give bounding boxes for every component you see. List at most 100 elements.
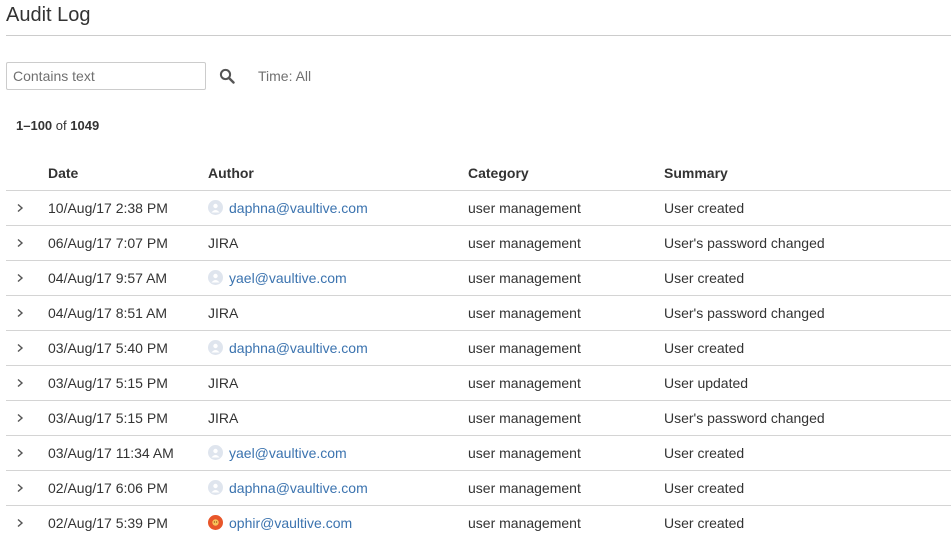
result-count: 1–100 of 1049 [16,118,99,133]
table-row[interactable]: 03/Aug/17 11:34 AM yael@vaultive.com user … [6,435,951,471]
table-header-row: Date Author Category Summary [6,156,951,191]
chevron-right-icon[interactable] [6,200,32,216]
author: ophir@vaultive.com [208,515,352,531]
table-row[interactable]: 03/Aug/17 5:15 PM JIRA user management User… [6,365,951,401]
avatar-icon [208,480,223,496]
author: daphna@vaultive.com [208,200,368,216]
chevron-right-icon[interactable] [6,270,32,286]
date-column-header[interactable]: Date [48,156,208,191]
author: JIRA [208,305,238,321]
table-row[interactable]: 10/Aug/17 2:38 PM daphna@vaultive.com user… [6,190,951,226]
page-title: Audit Log [6,4,91,26]
audit-log-page: Audit Log Time: All 1–100 of 1049 Date A… [0,0,951,538]
summary-cell: User created [664,515,745,531]
date-cell: 04/Aug/17 8:51 AM [48,295,208,331]
chevron-right-icon[interactable] [6,480,32,496]
category-cell: user management [468,295,664,331]
title-divider [6,35,951,36]
table-row[interactable]: 04/Aug/17 9:57 AM yael@vaultive.com user m… [6,260,951,296]
author-cell: JIRA [208,295,468,331]
category-cell: user management [468,470,664,506]
author-cell: JIRA [208,365,468,401]
author: JIRA [208,375,238,391]
author: JIRA [208,235,238,251]
date-cell: 03/Aug/17 5:15 PM [48,365,208,401]
author-cell: JIRA [208,400,468,436]
category-cell: user management [468,330,664,366]
chevron-right-icon[interactable] [6,235,32,251]
avatar-icon [208,270,223,286]
table-row[interactable]: 02/Aug/17 6:06 PM daphna@vaultive.com user… [6,470,951,506]
author-cell: yael@vaultive.com [208,435,468,471]
avatar-icon [208,200,223,216]
summary-column-header[interactable]: Summary [664,156,951,191]
expand-cell [6,190,48,226]
chevron-right-icon[interactable] [6,410,32,426]
result-of: of [55,118,67,133]
category-cell: user management [468,365,664,401]
filter-bar: Time: All [6,61,311,91]
search-input[interactable] [6,62,206,90]
table-row[interactable]: 03/Aug/17 5:40 PM daphna@vaultive.com user… [6,330,951,366]
date-cell: 03/Aug/17 11:34 AM [48,435,208,471]
author-link[interactable]: yael@vaultive.com [229,270,347,286]
summary-cell: User created [664,435,951,471]
author-cell: yael@vaultive.com [208,260,468,296]
author-name: JIRA [208,375,239,391]
date-cell: 02/Aug/17 6:06 PM [48,470,208,506]
expand-cell [6,365,48,401]
chevron-right-icon[interactable] [6,375,32,391]
summary-cell: User created [664,260,951,296]
category-cell: user management [468,190,664,226]
table-row[interactable]: 02/Aug/17 5:39 PM ophir@vaultive.com user … [6,506,951,538]
avatar-icon [208,515,223,531]
category-cell: user management [468,260,664,296]
summary-cell: User's password changed [664,225,951,261]
expand-column-header [6,156,48,191]
search-icon[interactable] [216,65,238,87]
expand-cell [6,260,48,296]
category-column-header[interactable]: Category [468,156,664,191]
avatar-icon [208,445,223,461]
category-cell: user management [468,400,664,436]
chevron-right-icon[interactable] [6,305,32,321]
result-total: 1049 [70,118,100,133]
author: daphna@vaultive.com [208,480,368,496]
author-link[interactable]: daphna@vaultive.com [229,200,368,216]
date-cell: 02/Aug/17 5:39 PM [48,515,168,531]
time-filter[interactable]: Time: All [258,68,311,84]
category-cell: user management [468,225,664,261]
expand-cell [6,506,48,538]
chevron-right-icon[interactable] [6,515,32,531]
date-cell: 03/Aug/17 5:40 PM [48,330,208,366]
date-cell: 03/Aug/17 5:15 PM [48,400,208,436]
author-name: JIRA [208,235,239,251]
summary-cell: User updated [664,365,951,401]
table-row[interactable]: 06/Aug/17 7:07 PM JIRA user management User… [6,225,951,261]
author-link[interactable]: yael@vaultive.com [229,445,347,461]
category-cell: user management [468,435,664,471]
author-cell: daphna@vaultive.com [208,190,468,226]
category-cell: user management [468,515,581,531]
chevron-right-icon[interactable] [6,445,32,461]
table-row[interactable]: 03/Aug/17 5:15 PM JIRA user management User… [6,400,951,436]
date-cell: 10/Aug/17 2:38 PM [48,190,208,226]
expand-cell [6,470,48,506]
author: daphna@vaultive.com [208,340,368,356]
expand-cell [6,435,48,471]
summary-cell: User created [664,190,951,226]
table-row[interactable]: 04/Aug/17 8:51 AM JIRA user management User… [6,295,951,331]
audit-table: Date Author Category Summary 10/Aug/17 2… [6,156,951,538]
date-cell: 06/Aug/17 7:07 PM [48,225,208,261]
author-link[interactable]: ophir@vaultive.com [229,515,352,531]
author-link[interactable]: daphna@vaultive.com [229,480,368,496]
author: yael@vaultive.com [208,445,347,461]
author-name: JIRA [208,410,239,426]
table-body: 10/Aug/17 2:38 PM daphna@vaultive.com user… [6,190,951,538]
author-link[interactable]: daphna@vaultive.com [229,340,368,356]
author-column-header[interactable]: Author [208,156,468,191]
author-cell: daphna@vaultive.com [208,470,468,506]
summary-cell: User's password changed [664,400,951,436]
chevron-right-icon[interactable] [6,340,32,356]
result-range: 1–100 [16,118,53,133]
